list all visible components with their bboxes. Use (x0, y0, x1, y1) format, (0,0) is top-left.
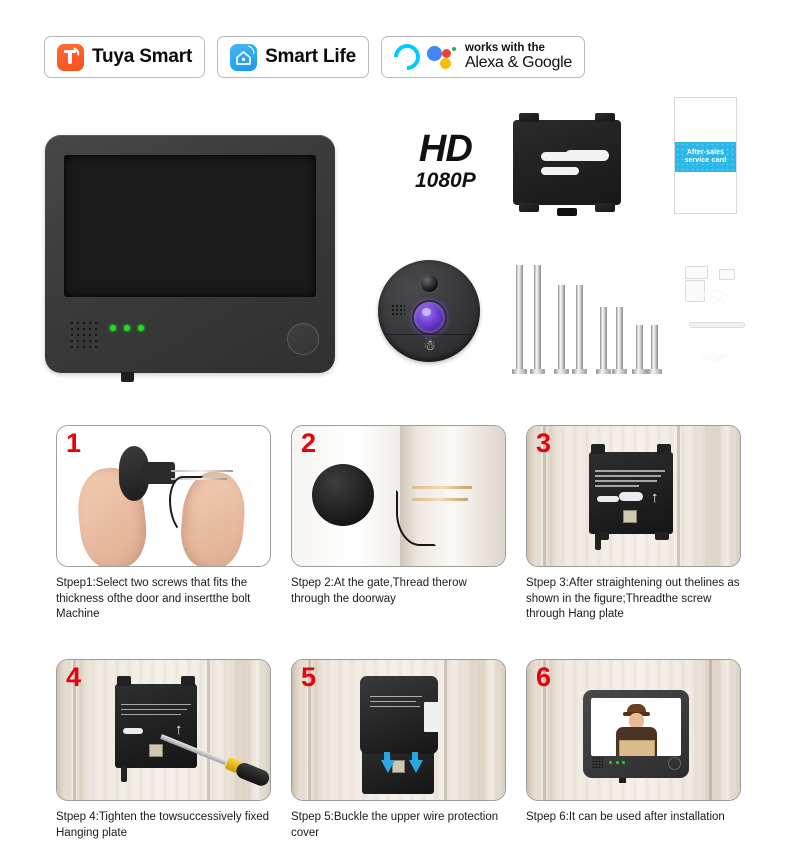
installation-steps: 1 Stpep1:Select two screws that fits the… (0, 425, 790, 841)
badge-alexa-google[interactable]: works with the Alexa & Google (381, 36, 585, 78)
works-with-line2: Alexa & Google (465, 54, 572, 72)
plate-chip (623, 510, 637, 523)
up-arrow-icon: ↑ (651, 489, 659, 506)
works-with-line1: works with the (465, 41, 545, 54)
badge-smart-life[interactable]: Smart Life (217, 36, 369, 78)
step-5-photo: 5 (291, 658, 506, 801)
monitor-display-panel (591, 697, 681, 756)
step-2-caption: Stpep 2:At the gate,Thread therow throug… (291, 577, 467, 605)
service-card-line2: service card (684, 157, 727, 164)
usb-c-connector (719, 269, 735, 280)
speaker-grille-icon (592, 756, 603, 768)
hang-plate (513, 113, 621, 216)
step-3: ↑ 3 Stpep 3:After straightening out thel… (526, 425, 741, 623)
screw (647, 325, 662, 374)
screw (632, 325, 647, 374)
step-5-number: 5 (301, 661, 317, 692)
step-4-caption: Stpep 4:Tighten the towsuccessively fixe… (56, 810, 270, 839)
mounting-screws (508, 258, 662, 374)
step-2: 2 Stpep 2:At the gate,Thread therow thro… (291, 425, 506, 623)
microphone-grille-icon (391, 304, 405, 317)
smart-life-app-icon (230, 43, 258, 71)
monitor-connector-port (619, 777, 626, 783)
service-card-line1: After-sales (686, 148, 725, 156)
google-assistant-icon (427, 44, 459, 70)
screw (530, 265, 545, 374)
doorbell-button-icon: ☃ (423, 337, 436, 353)
monitor-connector-port (121, 372, 134, 382)
plate-slot (597, 496, 619, 502)
compatibility-badge-row: Tuya Smart Smart Life works with the Ale… (44, 36, 585, 78)
step-2-photo: 2 (291, 425, 506, 567)
plate-slot (619, 492, 643, 501)
step-6: 6 Stpep 6:It can be used after installat… (526, 658, 741, 841)
speaker-grille-icon (69, 320, 99, 348)
hd-resolution-label: 1080P (415, 169, 476, 192)
down-arrow-icon (381, 759, 395, 773)
step-1: 1 Stpep1:Select two screws that fits the… (56, 425, 271, 623)
status-led (110, 325, 116, 331)
cover-label (424, 701, 440, 732)
camera-lens-icon (412, 300, 447, 335)
camera-unit (312, 464, 374, 526)
badge-tuya-label: Tuya Smart (92, 46, 193, 67)
status-led-group (110, 325, 144, 331)
step-1-number: 1 (66, 428, 82, 458)
step-6-number: 6 (536, 661, 552, 692)
pir-sensor-icon (420, 274, 439, 293)
step-5-caption: Stpep 5:Buckle the upper wire protection… (291, 810, 499, 839)
indoor-monitor-screen (45, 135, 335, 382)
status-led (615, 760, 619, 764)
step-6-photo: 6 (526, 658, 741, 801)
camera-seam (383, 334, 475, 335)
step-2-number: 2 (301, 428, 317, 458)
monitor-display-panel (64, 155, 316, 297)
screw (412, 486, 472, 489)
cable-tie (689, 322, 745, 328)
hd-resolution-badge: HD 1080P (415, 130, 476, 191)
hd-label: HD (418, 128, 473, 170)
status-led (124, 325, 130, 331)
screw (572, 285, 587, 374)
product-parts-hero: HD 1080P After-sales service card ☃ (0, 95, 790, 395)
step-5: 5 Stpep 5:Buckle the upper wire protecti… (291, 658, 506, 841)
usb-a-connector (685, 266, 708, 279)
status-led (138, 325, 144, 331)
step-4: ↑ 4 Stpep 4:Tighten the towsuccessively … (56, 658, 271, 841)
monitor-power-button (287, 323, 319, 355)
status-led-group (609, 760, 625, 764)
door-viewer-camera: ☃ (378, 260, 480, 362)
status-led (622, 760, 625, 764)
step-4-number: 4 (66, 661, 82, 692)
up-arrow-icon: ↑ (175, 720, 183, 738)
step-4-photo: ↑ 4 (56, 658, 271, 801)
step-1-photo: 1 (56, 425, 271, 567)
badge-smart-life-label: Smart Life (265, 46, 356, 67)
installed-monitor (583, 689, 689, 783)
status-led (609, 760, 612, 764)
screw (512, 265, 527, 374)
badge-tuya-smart[interactable]: Tuya Smart (44, 36, 206, 78)
monitor-power-button (668, 756, 681, 770)
delivery-parcel (619, 739, 655, 756)
down-arrow-icon (409, 759, 423, 773)
step-1-caption: Stpep1:Select two screws that fits the t… (56, 577, 251, 621)
tuya-app-icon (57, 43, 84, 71)
screw (596, 307, 611, 374)
step-3-caption: Stpep 3:After straightening out thelines… (526, 577, 740, 621)
step-6-caption: Stpep 6:It can be used after installatio… (526, 810, 725, 823)
step-3-photo: ↑ 3 (526, 425, 741, 567)
cable-coil (707, 300, 729, 358)
camera-body (143, 462, 175, 484)
step-3-number: 3 (536, 428, 552, 458)
service-card-band: After-sales service card (675, 142, 736, 172)
alexa-ring-icon (388, 38, 426, 76)
screw (171, 470, 233, 472)
usb-charging-cable (683, 260, 753, 370)
works-with-text: works with the Alexa & Google (465, 42, 572, 73)
after-sales-service-card: After-sales service card (674, 97, 737, 214)
screw (612, 307, 627, 374)
screw (554, 285, 569, 374)
